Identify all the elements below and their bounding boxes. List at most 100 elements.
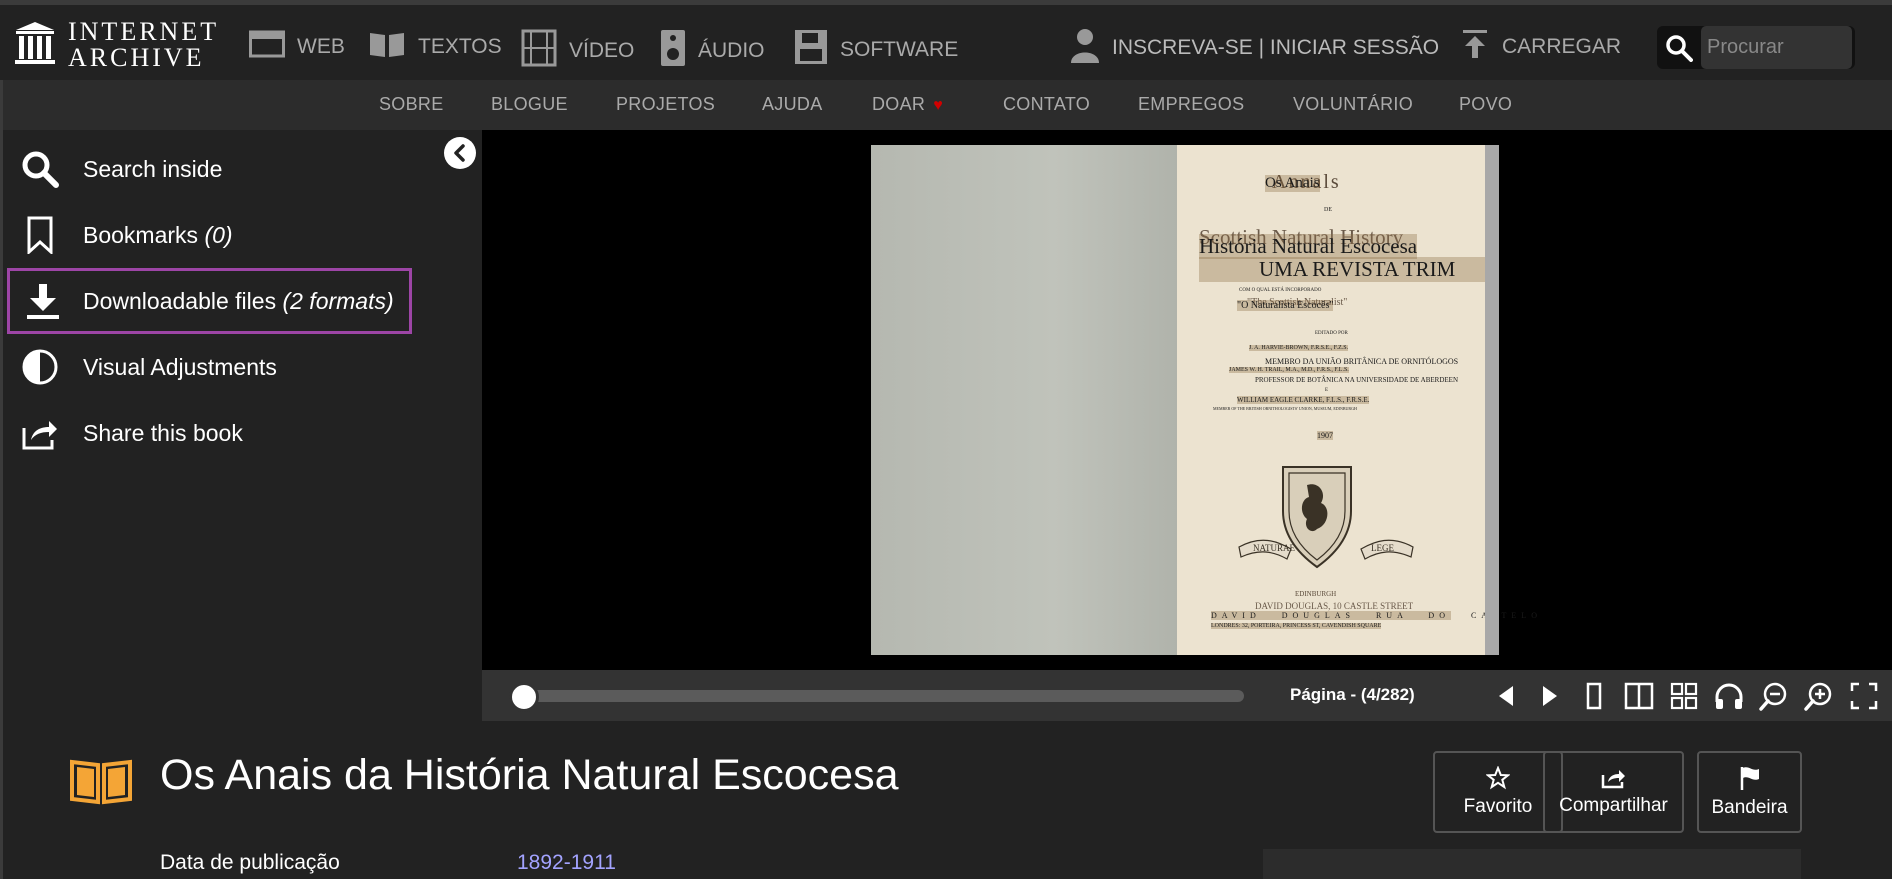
page-editor-3: WILLIAM EAGLE CLARKE, F.L.S., F.R.S.E.	[1237, 396, 1370, 404]
page-small-de: DE	[1324, 207, 1332, 213]
search-icon	[7, 150, 73, 188]
one-page-view-icon[interactable]	[1578, 680, 1610, 712]
nav-web[interactable]: WEB	[249, 29, 345, 65]
thumbnail-view-icon[interactable]	[1668, 680, 1700, 712]
zoom-out-icon[interactable]	[1758, 680, 1790, 712]
logo-line-1: INTERNET	[68, 17, 220, 46]
upload-label: CARREGAR	[1502, 35, 1622, 58]
subnav-jobs[interactable]: EMPREGOS	[1138, 94, 1244, 115]
page-year: 1907	[1317, 431, 1333, 440]
download-icon	[10, 282, 76, 320]
publication-date-label: Data de publicação	[160, 851, 340, 874]
subnav-volunteer[interactable]: VOLUNTÁRIO	[1293, 94, 1413, 115]
fullscreen-icon[interactable]	[1848, 680, 1880, 712]
sidebar-item-label: Downloadable files (2 formats)	[83, 288, 394, 315]
share-label: Compartilhar	[1559, 795, 1668, 816]
subnav-donate[interactable]: DOAR ♥	[872, 94, 943, 115]
page-subtitle: UMA REVISTA TRIM	[1199, 257, 1485, 282]
favorite-label: Favorito	[1463, 796, 1533, 817]
star-icon	[1486, 766, 1510, 790]
page-publisher-translated: DAVID DOUGLAS RUA DO CASTELO	[1211, 611, 1542, 620]
subnav-people[interactable]: POVO	[1459, 94, 1512, 115]
sidebar-item-label: Visual Adjustments	[83, 353, 277, 380]
two-page-view-icon[interactable]	[1623, 680, 1655, 712]
details-side-panel	[1263, 849, 1801, 879]
top-navigation: INTERNET ARCHIVE WEB TEXTOS VÍDEO ÁUDIO …	[0, 0, 1892, 80]
logo-text: INTERNET ARCHIVE	[68, 19, 219, 71]
sidebar-item-visual-adjustments[interactable]: Visual Adjustments	[7, 334, 412, 400]
nav-software-label: SOFTWARE	[840, 38, 959, 61]
nav-software[interactable]: SOFTWARE	[794, 29, 958, 71]
sidebar-item-label: Search inside	[83, 155, 223, 182]
page-editor-1-role: MEMBRO DA UNIÃO BRITÂNICA DE ORNITÓLOGOS	[1265, 357, 1459, 366]
nav-web-label: WEB	[297, 35, 345, 58]
nav-video-label: VÍDEO	[569, 39, 635, 62]
book-spread: Annals Os Anais DE Scottish Natural Hist…	[871, 145, 1542, 655]
page-and: E	[1325, 388, 1329, 393]
page-city: EDINBURGH	[1295, 590, 1337, 598]
signup-login-link[interactable]: INSCREVA-SE | INICIAR SESSÃO	[1070, 27, 1439, 69]
nav-audio[interactable]: ÁUDIO	[660, 29, 765, 73]
collapse-sidebar-button[interactable]	[444, 137, 476, 169]
page-london: LONDRES: 32, PORTEIRA, PRINCESS ST, CAVE…	[1211, 623, 1382, 629]
sidebar-item-share[interactable]: Share this book	[7, 400, 412, 466]
publication-date-value[interactable]: 1892-1911	[517, 851, 616, 875]
page-translated-title-2: História Natural Escocesa	[1199, 234, 1418, 259]
upload-button[interactable]: CARREGAR	[1462, 29, 1621, 65]
nav-audio-label: ÁUDIO	[698, 39, 765, 62]
page-editor-3-role: MEMBER OF THE BRITISH ORNITHOLOGISTS' UN…	[1213, 406, 1357, 411]
upload-icon	[1462, 29, 1488, 65]
flag-button[interactable]: Bandeira	[1697, 751, 1802, 833]
downloadable-files-label: Downloadable files	[83, 287, 277, 314]
page-editor-1: J. A. HARVIE-BROWN, F.R.S.E., F.Z.S.	[1249, 345, 1349, 351]
coat-of-arms-icon: NATURAE LEGE	[1238, 466, 1414, 569]
motto-right: LEGE	[1371, 543, 1394, 553]
page-translated-title-1: Os Anais	[1265, 175, 1320, 192]
sidebar-item-bookmarks[interactable]: Bookmarks (0)	[7, 202, 412, 268]
search-input[interactable]	[1701, 26, 1852, 69]
sidebar-item-label: Share this book	[83, 419, 243, 446]
film-icon	[521, 29, 569, 73]
next-page-icon[interactable]	[1534, 680, 1566, 712]
chevron-left-icon	[454, 144, 465, 162]
page-edge	[1485, 145, 1499, 655]
downloadable-files-formats: (2 formats)	[282, 287, 394, 314]
archive-building-icon	[14, 20, 56, 71]
share-button[interactable]: Compartilhar	[1543, 751, 1684, 833]
sidebar-item-search-inside[interactable]: Search inside	[7, 136, 412, 202]
secondary-navigation: SOBRE BLOGUE PROJETOS AJUDA DOAR ♥ CONTAT…	[0, 80, 1892, 130]
search-box	[1657, 26, 1855, 69]
speaker-icon	[660, 29, 698, 73]
right-page[interactable]: Annals Os Anais DE Scottish Natural Hist…	[1177, 145, 1542, 655]
search-icon[interactable]	[1665, 34, 1693, 67]
page-publisher: DAVID DOUGLAS, 10 CASTLE STREET	[1255, 601, 1414, 611]
page-indicator: Página - (4/282)	[1290, 685, 1415, 704]
read-aloud-icon[interactable]	[1713, 680, 1745, 712]
subnav-projects[interactable]: PROJETOS	[616, 94, 715, 115]
sidebar-item-label: Bookmarks (0)	[83, 222, 233, 249]
texts-book-icon	[69, 756, 133, 811]
subnav-blog[interactable]: BLOGUE	[491, 94, 568, 115]
bookmarks-count: (0)	[204, 221, 233, 248]
page-slider-handle[interactable]	[509, 682, 540, 712]
nav-video[interactable]: VÍDEO	[521, 29, 634, 73]
web-icon	[249, 29, 297, 65]
bookmark-icon	[7, 216, 73, 254]
bookreader-sidebar: Search inside Bookmarks (0) Downloadable…	[0, 130, 482, 721]
subnav-contact[interactable]: CONTATO	[1003, 94, 1090, 115]
page-slider[interactable]	[514, 690, 1244, 702]
prev-page-icon[interactable]	[1490, 680, 1522, 712]
subnav-help[interactable]: AJUDA	[762, 94, 823, 115]
book-viewer: Annals Os Anais DE Scottish Natural Hist…	[482, 130, 1892, 670]
bookmarks-label: Bookmarks	[83, 221, 199, 248]
sidebar-item-downloadable-files[interactable]: Downloadable files (2 formats)	[7, 268, 412, 334]
zoom-in-icon[interactable]	[1803, 680, 1835, 712]
left-page[interactable]	[871, 145, 1177, 655]
share-icon	[7, 416, 73, 450]
page-editor-2: JAMES W. H. TRAIL, M.A., M.D., F.R.S., F…	[1229, 367, 1349, 373]
internet-archive-logo[interactable]: INTERNET ARCHIVE	[14, 19, 219, 71]
signup-login-label: INSCREVA-SE | INICIAR SESSÃO	[1112, 36, 1440, 59]
nav-texts[interactable]: TEXTOS	[368, 29, 502, 65]
subnav-about[interactable]: SOBRE	[379, 94, 444, 115]
share-icon	[1601, 770, 1625, 789]
